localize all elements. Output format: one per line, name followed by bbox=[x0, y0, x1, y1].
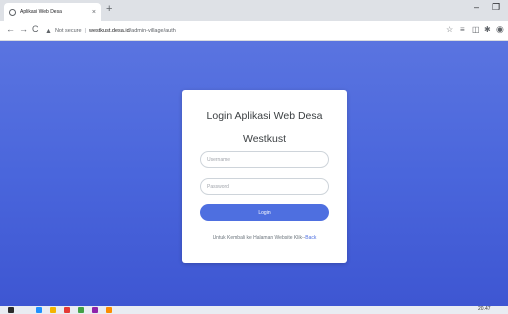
warning-icon[interactable]: ▲ bbox=[45, 28, 52, 35]
username-field[interactable]: Username bbox=[200, 151, 329, 168]
store-icon[interactable] bbox=[78, 307, 84, 313]
page-background: Login Aplikasi Web Desa Westkust Usernam… bbox=[0, 41, 508, 306]
browser-toolbar: ← → C ▲ Not secure | westkust.desa.id /a… bbox=[0, 21, 508, 41]
login-subtitle: Westkust bbox=[243, 133, 286, 145]
close-icon[interactable]: × bbox=[92, 9, 96, 16]
start-icon[interactable] bbox=[8, 307, 14, 313]
back-instruction: Untuk Kembali ke Halaman Website Klik--B… bbox=[182, 235, 347, 241]
forward-arrow-icon[interactable]: → bbox=[19, 25, 28, 34]
folder-icon[interactable] bbox=[50, 307, 56, 313]
login-button[interactable]: Login bbox=[200, 204, 329, 221]
app-icon[interactable] bbox=[92, 307, 98, 313]
media-icon[interactable]: ≡ bbox=[460, 26, 465, 34]
browser-tab[interactable]: Aplikasi Web Desa × bbox=[4, 3, 101, 21]
tab-title: Aplikasi Web Desa bbox=[20, 9, 62, 15]
profile-icon[interactable]: ◉ bbox=[496, 25, 504, 34]
back-arrow-icon[interactable]: ← bbox=[6, 25, 15, 34]
separator: | bbox=[84, 28, 86, 34]
globe-icon bbox=[9, 8, 16, 16]
extension-icon[interactable]: ◫ bbox=[472, 26, 480, 34]
taskbar: 20.47 bbox=[0, 306, 508, 314]
url-host: westkust.desa.id bbox=[88, 28, 130, 34]
star-icon[interactable]: ☆ bbox=[446, 26, 453, 34]
password-field[interactable]: Password bbox=[200, 178, 329, 195]
new-tab-button[interactable]: + bbox=[106, 4, 112, 15]
app-icon-2[interactable] bbox=[106, 307, 112, 313]
edge-icon[interactable] bbox=[36, 307, 42, 313]
url-path: /admin-village/auth bbox=[129, 28, 176, 34]
security-label[interactable]: Not secure bbox=[55, 28, 82, 34]
login-title: Login Aplikasi Web Desa bbox=[206, 110, 323, 122]
tab-strip: Aplikasi Web Desa × + – ❐ bbox=[0, 0, 508, 21]
puzzle-icon[interactable]: ✱ bbox=[484, 26, 491, 34]
minimize-button[interactable]: – bbox=[474, 3, 479, 12]
back-link[interactable]: Back bbox=[305, 235, 316, 241]
clock[interactable]: 20.47 bbox=[478, 306, 491, 312]
back-text: Untuk Kembali ke Halaman Website Klik-- bbox=[212, 235, 306, 241]
reload-icon[interactable]: C bbox=[32, 25, 39, 34]
restore-button[interactable]: ❐ bbox=[492, 3, 500, 12]
login-card: Login Aplikasi Web Desa Westkust Usernam… bbox=[182, 90, 347, 263]
address-bar[interactable]: ▲ Not secure | westkust.desa.id /admin-v… bbox=[45, 24, 445, 38]
chrome-icon[interactable] bbox=[64, 307, 70, 313]
